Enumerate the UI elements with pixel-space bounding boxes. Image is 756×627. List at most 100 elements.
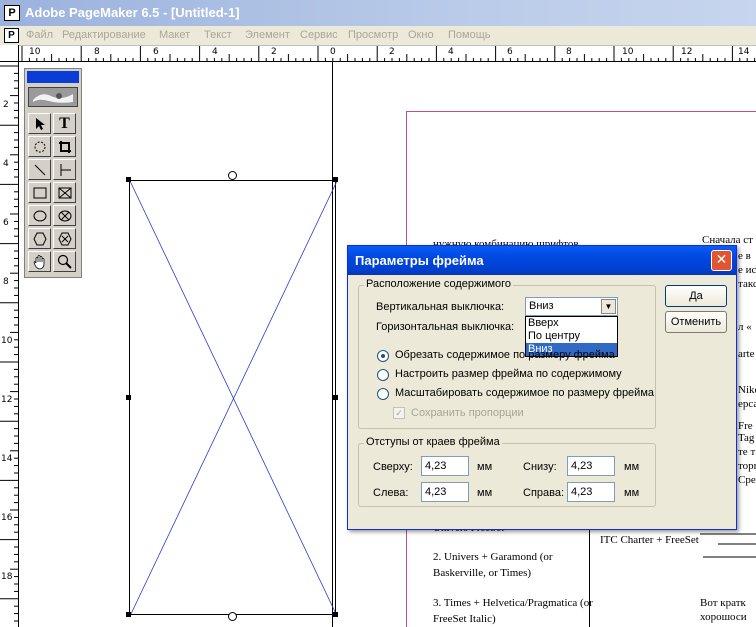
ruler-ticks	[21, 46, 756, 62]
inset-bottom-input[interactable]: 4,23	[567, 456, 615, 476]
clip-content-label[interactable]: Обрезать содержимое по размеру фрейма	[395, 349, 615, 361]
text-tool-icon[interactable]: T	[53, 113, 76, 134]
inset-right-unit: мм	[624, 487, 640, 499]
vertical-alignment-select[interactable]: Вниз ▼	[525, 297, 618, 316]
frame-handle[interactable]	[126, 612, 131, 617]
vertical-alignment-value: Вниз	[529, 300, 554, 312]
polygon-frame-tool-icon[interactable]	[53, 228, 76, 249]
menu-utilities[interactable]: Сервис	[300, 29, 338, 41]
placeholder-frame[interactable]	[129, 180, 337, 616]
menu-layout[interactable]: Макет	[159, 29, 190, 41]
hand-tool-icon[interactable]	[28, 251, 51, 272]
frame-options-dialog: Параметры фрейма ✕ Расположение содержим…	[347, 245, 737, 530]
frame-cross	[130, 181, 337, 616]
frame-insets-legend: Отступы от краев фрейма	[364, 436, 502, 448]
menu-view[interactable]: Просмотр	[348, 29, 398, 41]
frame-windowshade-handle[interactable]	[228, 612, 237, 621]
content-placement-legend: Расположение содержимого	[364, 278, 514, 290]
horizontal-alignment-label: Горизонтальная выключка:	[376, 321, 515, 333]
vruler-label: 14	[1, 454, 13, 464]
document-text[interactable]: Tag	[738, 432, 754, 444]
inset-left-unit: мм	[477, 487, 493, 499]
chevron-down-icon[interactable]: ▼	[601, 299, 616, 314]
frame-handle[interactable]	[333, 612, 338, 617]
document-text[interactable]: Baskerville, or Times)	[433, 567, 531, 579]
hruler-label: 2	[271, 47, 277, 57]
inset-bottom-unit: мм	[624, 461, 640, 473]
ellipse-frame-tool-icon[interactable]	[53, 205, 76, 226]
fit-frame-label[interactable]: Настроить размер фрейма по содержимому	[395, 368, 622, 380]
dialog-title-bar[interactable]: Параметры фрейма ✕	[348, 246, 736, 275]
menu-help[interactable]: Помощь	[448, 29, 491, 41]
document-text[interactable]: Срея	[738, 474, 756, 486]
toolbox-palette[interactable]: T	[24, 68, 82, 278]
rectangle-frame-tool-icon[interactable]	[53, 182, 76, 203]
menu-edit[interactable]: Редактирование	[62, 29, 146, 41]
menu-element[interactable]: Элемент	[245, 29, 290, 41]
vruler-label: 2	[3, 100, 9, 110]
frame-handle[interactable]	[126, 395, 131, 400]
frame-handle[interactable]	[126, 177, 131, 182]
document-text[interactable]: ITC Charter + FreeSet	[600, 534, 699, 546]
preview-image-icon	[29, 88, 77, 106]
vertical-alignment-label: Вертикальная выключка:	[376, 301, 505, 313]
toolbox-title-bar[interactable]	[27, 71, 79, 83]
frame-windowshade-handle[interactable]	[228, 171, 237, 180]
polygon-tool-icon[interactable]	[28, 228, 51, 249]
vruler-label: 18	[1, 572, 13, 582]
inset-top-input[interactable]: 4,23	[421, 456, 469, 476]
document-text[interactable]: Вот кратк	[700, 597, 746, 609]
horizontal-ruler[interactable]: 10 8 6 4 2 0 2 4 6 8 10 12 14	[0, 45, 756, 62]
document-text[interactable]: FreeSet Italic)	[433, 613, 496, 625]
document-icon[interactable]: P	[4, 28, 19, 43]
document-text[interactable]: 2. Univers + Garamond (or	[433, 551, 553, 563]
ellipse-tool-icon[interactable]	[28, 205, 51, 226]
menu-type[interactable]: Текст	[204, 29, 232, 41]
document-text[interactable]: е ис	[738, 264, 756, 276]
option-center[interactable]: По центру	[526, 330, 617, 343]
rectangle-tool-icon[interactable]	[28, 182, 51, 203]
rotate-tool-icon[interactable]	[28, 136, 51, 157]
inset-right-input[interactable]: 4,23	[567, 482, 615, 502]
document-text[interactable]: те т	[738, 446, 755, 458]
option-top[interactable]: Вверх	[526, 317, 617, 330]
inset-bottom-value: 4,23	[571, 460, 593, 472]
vertical-ruler[interactable]: 2 4 6 8 10 12 14 16 18	[0, 62, 19, 627]
document-text[interactable]: e в	[738, 250, 751, 262]
document-text[interactable]: хорошоси	[700, 611, 747, 623]
document-text[interactable]: Fre	[738, 420, 753, 432]
document-text[interactable]: ерса	[738, 398, 756, 410]
constrained-line-tool-icon[interactable]	[53, 159, 76, 180]
document-text[interactable]: arte	[738, 348, 754, 360]
vruler-label: 6	[3, 218, 9, 228]
dialog-title: Параметры фрейма	[355, 253, 484, 268]
menu-window[interactable]: Окно	[408, 29, 434, 41]
vruler-label: 8	[3, 277, 9, 287]
zoom-tool-icon[interactable]	[53, 251, 76, 272]
cancel-button[interactable]: Отменить	[665, 311, 727, 333]
keep-proportions-checkbox[interactable]: ✓	[393, 407, 405, 419]
dialog-body: Расположение содержимого Вертикальная вы…	[351, 275, 733, 527]
pointer-tool-icon[interactable]	[28, 113, 51, 134]
fit-frame-radio[interactable]	[377, 369, 389, 381]
document-text[interactable]: Niko	[738, 384, 756, 396]
hruler-label: 0	[330, 47, 336, 57]
document-text[interactable]: такс	[738, 278, 756, 290]
ruler-origin[interactable]	[0, 45, 19, 62]
scale-content-label[interactable]: Масштабировать содержимое по размеру фре…	[395, 387, 654, 399]
frame-handle[interactable]	[333, 177, 338, 182]
menu-file[interactable]: Файл	[26, 29, 53, 41]
document-text[interactable]: л «	[738, 321, 752, 333]
hruler-label: 10	[29, 47, 41, 57]
clip-content-radio[interactable]	[377, 350, 389, 362]
document-text[interactable]: 3. Times + Helvetica/Pragmatica (or	[433, 597, 593, 609]
frame-handle[interactable]	[333, 395, 338, 400]
line-tool-icon[interactable]	[28, 159, 51, 180]
crop-tool-icon[interactable]	[53, 136, 76, 157]
scale-content-radio[interactable]	[377, 388, 389, 400]
app-icon[interactable]: P	[4, 5, 20, 21]
document-text[interactable]: торг	[738, 460, 756, 472]
close-icon[interactable]: ✕	[711, 250, 732, 271]
inset-left-input[interactable]: 4,23	[421, 482, 469, 502]
ok-button[interactable]: Да	[665, 285, 727, 307]
